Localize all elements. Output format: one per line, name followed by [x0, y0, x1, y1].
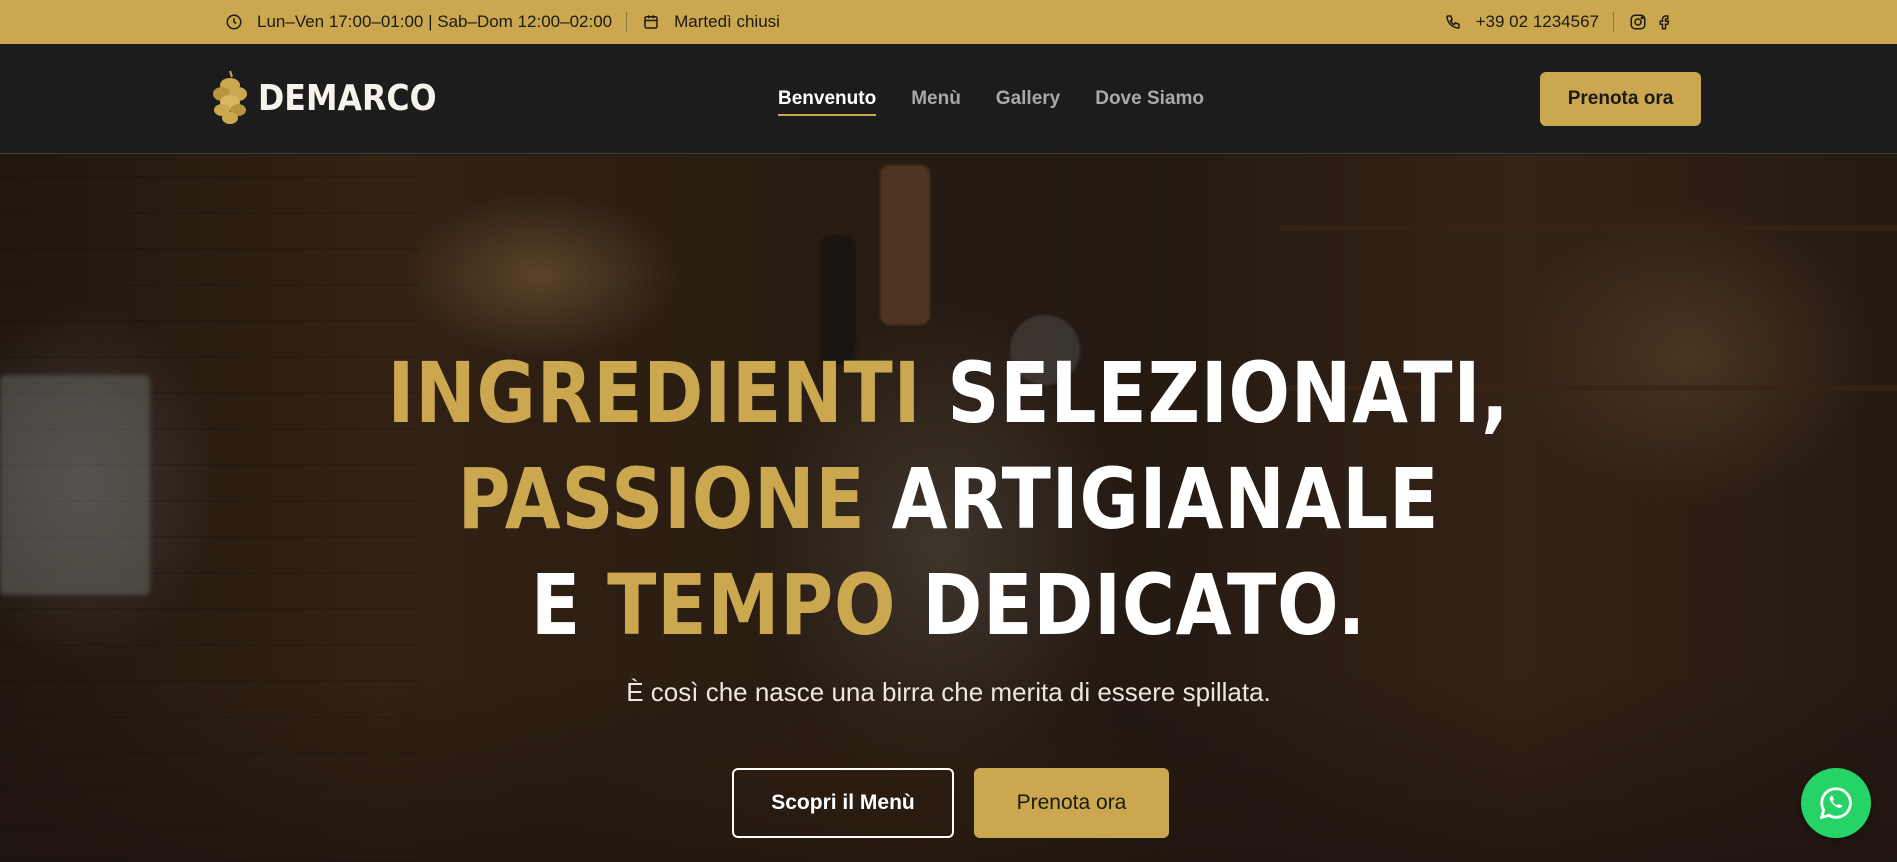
hero-title-text: ARTIGIANALE	[891, 450, 1440, 548]
discover-menu-button[interactable]: Scopri il Menù	[732, 768, 954, 838]
hero-book-button[interactable]: Prenota ora	[974, 768, 1169, 838]
logo-text: DEMARCO	[258, 77, 437, 119]
hero-section: INGREDIENTI SELEZIONATI, PASSIONE ARTIGI…	[0, 155, 1897, 862]
main-nav: Benvenuto Menù Gallery Dove Siamo	[778, 44, 1239, 154]
clock-icon	[224, 12, 244, 32]
top-info-bar: Lun–Ven 17:00–01:00 | Sab–Dom 12:00–02:0…	[0, 0, 1897, 44]
hop-logo-icon	[213, 70, 247, 124]
contact-group: +39 02 1234567	[1443, 0, 1674, 44]
nav-item-gallery[interactable]: Gallery	[996, 80, 1060, 118]
opening-hours-text: Lun–Ven 17:00–01:00 | Sab–Dom 12:00–02:0…	[257, 12, 613, 31]
hero-title-text: E	[530, 556, 582, 654]
instagram-icon[interactable]	[1628, 12, 1648, 32]
hero-title-highlight: INGREDIENTI	[387, 344, 922, 442]
header-book-button[interactable]: Prenota ora	[1540, 72, 1701, 126]
hero-title: INGREDIENTI SELEZIONATI, PASSIONE ARTIGI…	[0, 340, 1897, 658]
divider	[1613, 12, 1614, 32]
hero-title-text: SELEZIONATI,	[947, 344, 1510, 442]
logo[interactable]: DEMARCO	[208, 66, 461, 130]
nav-item-dove-siamo[interactable]: Dove Siamo	[1095, 80, 1204, 118]
hero-title-highlight: TEMPO	[607, 556, 897, 654]
nav-item-menu[interactable]: Menù	[911, 80, 961, 118]
hero-title-highlight: PASSIONE	[457, 450, 866, 548]
phone-number[interactable]: +39 02 1234567	[1476, 12, 1599, 32]
hero-subtitle: È così che nasce una birra che merita di…	[626, 677, 1271, 707]
main-header: DEMARCO Benvenuto Menù Gallery Dove Siam…	[0, 44, 1897, 154]
hero-title-text: DEDICATO.	[922, 556, 1367, 654]
divider	[626, 12, 628, 32]
whatsapp-icon	[1819, 787, 1852, 820]
nav-item-benvenuto[interactable]: Benvenuto	[778, 80, 877, 118]
facebook-icon[interactable]	[1654, 12, 1674, 32]
calendar-icon	[641, 12, 661, 32]
closed-day-text: Martedì chiusi	[674, 12, 780, 31]
whatsapp-button[interactable]	[1801, 768, 1871, 838]
opening-hours-group: Lun–Ven 17:00–01:00 | Sab–Dom 12:00–02:0…	[224, 0, 780, 44]
phone-icon	[1443, 12, 1463, 32]
